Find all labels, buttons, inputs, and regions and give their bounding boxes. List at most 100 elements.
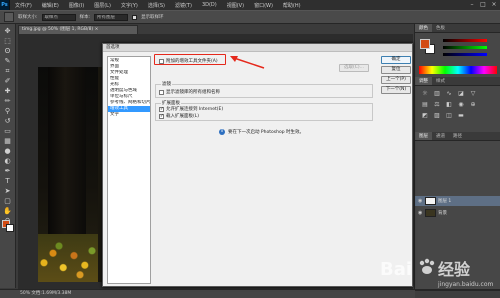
load-extensions-checkbox[interactable]: ✓ xyxy=(159,113,164,119)
canvas-image[interactable] xyxy=(38,67,98,282)
menu-layer[interactable]: 图层(L) xyxy=(89,2,116,9)
menu-window[interactable]: 窗口(W) xyxy=(249,2,278,9)
crop-icon[interactable]: ⌗ xyxy=(2,67,13,76)
balance-icon[interactable]: ⚖ xyxy=(433,101,441,108)
tab-channels[interactable]: 通道 xyxy=(432,132,449,140)
hand-icon[interactable]: ✋ xyxy=(2,207,13,216)
allow-extensions-checkbox[interactable]: ✓ xyxy=(159,106,164,112)
quick-select-icon[interactable]: ✎ xyxy=(2,57,13,66)
show-ring-checkbox[interactable] xyxy=(132,14,138,20)
sample-size-label: 取样大小: xyxy=(18,15,38,20)
layer-row[interactable]: ◉ 背景 xyxy=(415,208,500,218)
invert-icon[interactable]: ◩ xyxy=(421,112,429,119)
color-spectrum[interactable] xyxy=(419,66,497,74)
eye-icon[interactable]: ◉ xyxy=(418,210,423,216)
tab-layers[interactable]: 图层 xyxy=(415,132,432,140)
panel-foreground-swatch[interactable] xyxy=(420,39,430,49)
path-select-icon[interactable]: ➤ xyxy=(2,187,13,196)
curves-icon[interactable]: ∿ xyxy=(445,90,453,97)
bw-icon[interactable]: ◧ xyxy=(445,101,453,108)
menu-filter[interactable]: 滤镜(T) xyxy=(170,2,197,9)
menu-edit[interactable]: 编辑(E) xyxy=(37,2,64,9)
layer-thumbnail xyxy=(425,197,436,205)
menu-file[interactable]: 文件(F) xyxy=(10,2,37,9)
marquee-icon[interactable]: ⬚ xyxy=(2,37,13,46)
brush-icon[interactable]: ✏ xyxy=(2,97,13,106)
close-icon[interactable]: × xyxy=(490,1,498,8)
menu-help[interactable]: 帮助(H) xyxy=(278,2,306,9)
hue-icon[interactable]: ▤ xyxy=(421,101,429,108)
vibrance-icon[interactable]: ▽ xyxy=(469,90,477,97)
tab-swatches[interactable]: 色板 xyxy=(432,24,449,32)
type-icon[interactable]: T xyxy=(2,177,13,186)
shape-icon[interactable]: ▢ xyxy=(2,197,13,206)
maximize-icon[interactable]: □ xyxy=(479,1,487,8)
layer-thumbnail xyxy=(425,209,436,217)
nav-item[interactable]: 文字 xyxy=(108,112,150,118)
tree-trunk xyxy=(48,67,86,242)
move-icon[interactable]: ✥ xyxy=(2,27,13,36)
history-brush-icon[interactable]: ↺ xyxy=(2,117,13,126)
gradient-map-icon[interactable]: ▬ xyxy=(457,112,465,119)
tab-paths[interactable]: 路径 xyxy=(449,132,466,140)
tab-styles[interactable]: 样式 xyxy=(432,77,449,85)
load-extensions-option[interactable]: ✓ 载入扩展面板(L) xyxy=(159,113,199,119)
exposure-icon[interactable]: ◪ xyxy=(457,90,465,97)
right-panels: 颜色 色板 调整 样式 ☼ ▥ ∿ ◪ ▽ ▤ ⚖ ◧ ◉ ⊕ ◩ ▨ ◫ ▬ … xyxy=(414,24,500,298)
ok-button[interactable]: 确定 xyxy=(381,56,411,64)
watermark-brand: Bai xyxy=(380,259,412,280)
choose-folder-button[interactable]: 选取(C)... xyxy=(339,64,369,72)
sample-size-select[interactable]: 取样点 xyxy=(41,13,76,21)
reset-button[interactable]: 复位 xyxy=(381,66,411,74)
layer-row[interactable]: ◉ 图层 1 xyxy=(415,196,500,206)
photo-filter-icon[interactable]: ◉ xyxy=(457,101,465,108)
red-slider[interactable] xyxy=(443,39,487,42)
lasso-icon[interactable]: ʘ xyxy=(2,47,13,56)
tab-adjustments[interactable]: 调整 xyxy=(415,77,432,85)
adjustments-panel: ☼ ▥ ∿ ◪ ▽ ▤ ⚖ ◧ ◉ ⊕ ◩ ▨ ◫ ▬ xyxy=(415,86,500,132)
threshold-icon[interactable]: ◫ xyxy=(445,112,453,119)
menu-select[interactable]: 选择(S) xyxy=(143,2,170,9)
sample-select[interactable]: 所有图层 xyxy=(94,13,129,21)
posterize-icon[interactable]: ▨ xyxy=(433,112,441,119)
annotation-arrow-icon xyxy=(230,56,265,69)
color-panel xyxy=(415,33,500,77)
filters-group-title: 滤镜 xyxy=(161,81,172,87)
healing-icon[interactable]: ✚ xyxy=(2,87,13,96)
minimize-icon[interactable]: – xyxy=(468,1,476,8)
eye-icon[interactable]: ◉ xyxy=(418,198,423,204)
plugins-settings: 附加的增效工具文件夹(A) 选取(C)... 滤镜 显示滤镜库的所有组和名称 扩… xyxy=(155,56,378,284)
levels-icon[interactable]: ▥ xyxy=(433,90,441,97)
eyedropper-icon[interactable]: ✐ xyxy=(2,77,13,86)
eyedropper-preset-icon[interactable] xyxy=(4,12,14,22)
eraser-icon[interactable]: ▭ xyxy=(2,127,13,136)
show-filter-gallery-option[interactable]: 显示滤镜库的所有组和名称 xyxy=(159,89,220,95)
watermark-url: jingyan.baidu.com xyxy=(437,281,494,288)
restart-info: i 要在下一次启动 Photoshop 时生效。 xyxy=(219,129,304,135)
allow-extensions-option[interactable]: ✓ 允许扩展连接到 Internet(E) xyxy=(159,106,223,112)
pen-icon[interactable]: ✒ xyxy=(2,167,13,176)
show-filter-gallery-checkbox[interactable] xyxy=(159,89,164,95)
color-panel-tabs: 颜色 色板 xyxy=(415,24,500,33)
channel-mixer-icon[interactable]: ⊕ xyxy=(469,101,477,108)
next-button[interactable]: 下一个(N) xyxy=(381,86,411,94)
background-color-swatch[interactable] xyxy=(6,224,14,232)
stamp-icon[interactable]: ⚲ xyxy=(2,107,13,116)
allow-extensions-label: 允许扩展连接到 Internet(E) xyxy=(166,107,224,112)
dodge-icon[interactable]: ◐ xyxy=(2,157,13,166)
previous-button[interactable]: 上一个(P) xyxy=(381,76,411,84)
blue-slider[interactable] xyxy=(443,53,487,56)
baidu-jingyan-watermark: Bai 经验 jingyan.baidu.com xyxy=(380,258,494,288)
info-icon: i xyxy=(219,129,225,135)
green-slider[interactable] xyxy=(443,46,487,49)
menu-3d[interactable]: 3D(D) xyxy=(197,2,222,8)
brightness-icon[interactable]: ☼ xyxy=(421,90,429,97)
gradient-icon[interactable]: ▦ xyxy=(2,137,13,146)
layer-name: 背景 xyxy=(438,211,447,216)
menu-view[interactable]: 视图(V) xyxy=(222,2,249,9)
menu-image[interactable]: 图像(I) xyxy=(64,2,89,9)
tab-color[interactable]: 颜色 xyxy=(415,24,432,32)
menu-type[interactable]: 文字(Y) xyxy=(116,2,143,9)
document-tab[interactable]: timg.jpg @ 50% (图层 1, RGB/8) × xyxy=(18,25,138,34)
blur-icon[interactable]: ● xyxy=(2,147,13,156)
